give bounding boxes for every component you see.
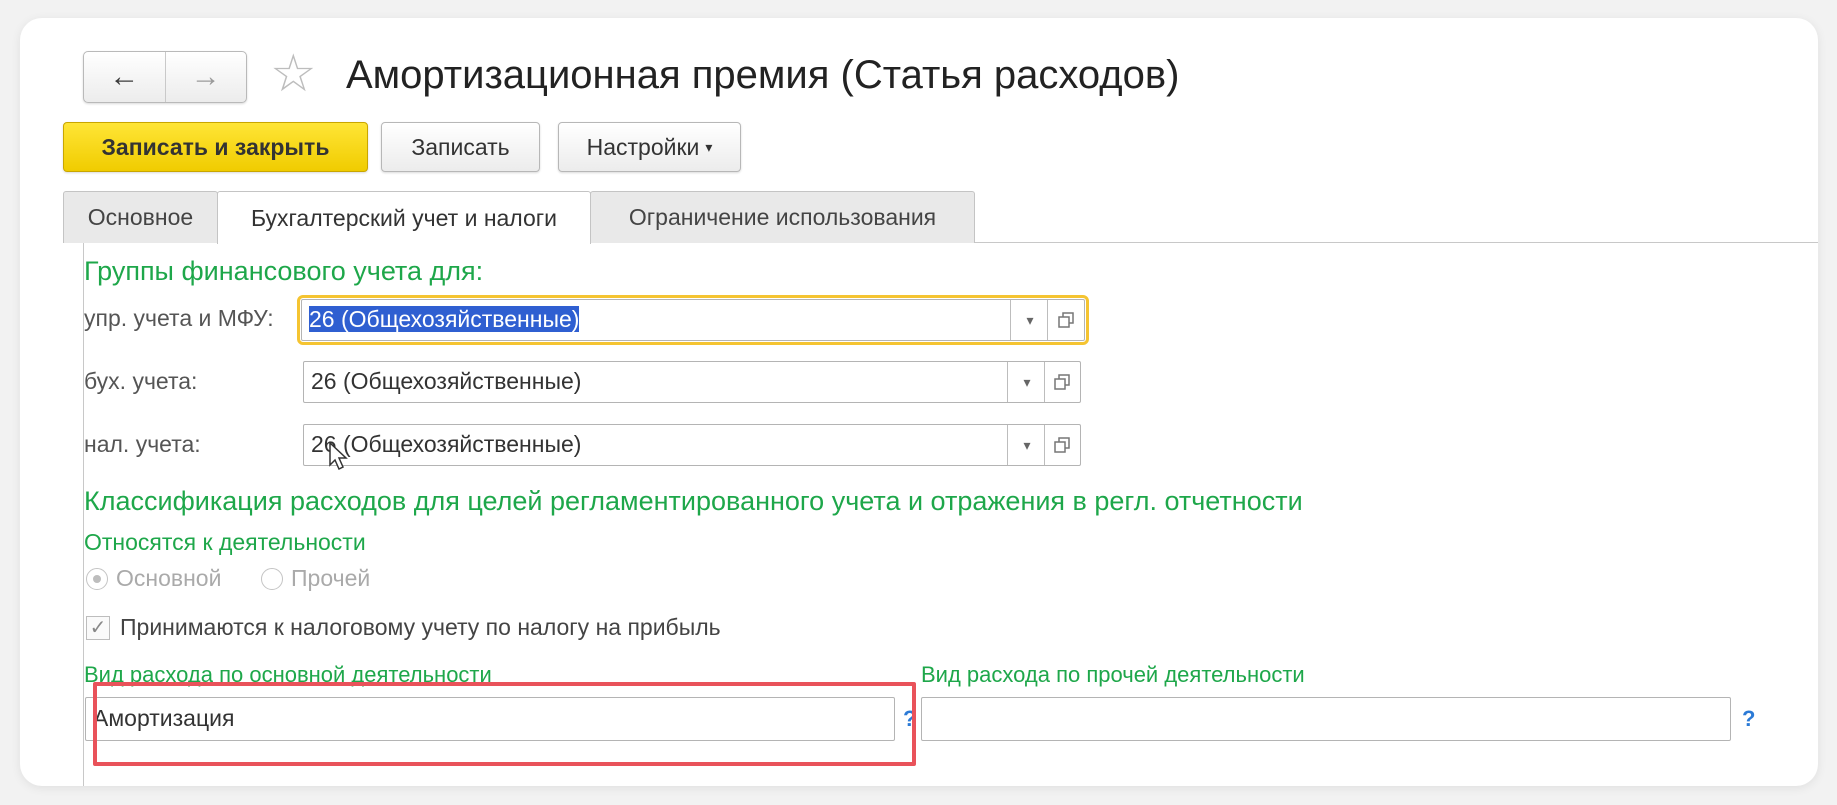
other-expense-label: Вид расхода по прочей деятельности (921, 662, 1305, 687)
forward-button[interactable]: → (164, 52, 247, 102)
radio-other-label: Прочей (291, 565, 371, 591)
mouse-cursor-icon (329, 441, 348, 471)
navigation-buttons: ← → (83, 51, 247, 103)
other-expense-field[interactable] (921, 697, 1731, 741)
tab-main-label: Основное (87, 204, 194, 230)
tab-usage-restrictions[interactable]: Ограничение использования (590, 191, 975, 243)
field-separator (1010, 300, 1011, 340)
tax-accounting-field[interactable]: 26 (Общехозяйственные) ▾ (303, 424, 1081, 471)
open-form-icon[interactable] (1048, 300, 1084, 340)
radio-main-option[interactable]: Основной (86, 565, 221, 592)
profit-tax-checkbox-label: Принимаются к налоговому учету по налогу… (120, 614, 721, 640)
classification-heading: Классификация расходов для целей регламе… (84, 486, 1303, 516)
tab-usage-restrictions-label: Ограничение использования (628, 204, 937, 230)
chevron-down-icon: ▾ (705, 138, 713, 155)
open-form-icon[interactable] (1044, 425, 1080, 465)
mgmt-accounting-field[interactable]: 26 (Общехозяйственные) ▾ (297, 295, 1089, 345)
bookkeeping-field[interactable]: 26 (Общехозяйственные) ▾ (303, 361, 1081, 403)
highlight-box (93, 682, 916, 766)
favorite-star-icon[interactable]: ☆ (270, 44, 317, 104)
radio-main-label: Основной (116, 565, 222, 591)
settings-label: Настройки (586, 133, 700, 160)
other-expense-help-icon[interactable]: ? (1742, 706, 1755, 732)
dropdown-arrow-icon[interactable]: ▾ (1009, 425, 1045, 465)
back-arrow-icon: ← (109, 60, 140, 93)
back-button[interactable]: ← (84, 52, 165, 102)
save-and-close-label: Записать и закрыть (101, 133, 330, 160)
mgmt-accounting-label: упр. учета и МФУ: (84, 305, 274, 331)
dropdown-arrow-icon[interactable]: ▾ (1009, 362, 1045, 402)
settings-button[interactable]: Настройки ▾ (558, 122, 741, 172)
tax-accounting-value: 26 (Общехозяйственные) (311, 431, 582, 457)
save-button[interactable]: Записать (381, 122, 540, 172)
radio-other-option[interactable]: Прочей (261, 565, 370, 592)
radio-other[interactable] (261, 567, 283, 590)
open-form-icon[interactable] (1044, 362, 1080, 402)
save-and-close-button[interactable]: Записать и закрыть (63, 122, 368, 172)
save-label: Записать (411, 133, 510, 160)
groups-heading: Группы финансового учета для: (84, 256, 484, 286)
dropdown-arrow-icon[interactable]: ▾ (1012, 300, 1048, 340)
field-separator (1007, 425, 1008, 465)
checkmark-icon[interactable]: ✓ (86, 615, 110, 640)
forward-arrow-icon: → (190, 60, 221, 93)
bookkeeping-value: 26 (Общехозяйственные) (311, 368, 582, 394)
form-window: ← → ☆ Амортизационная премия (Статья рас… (20, 18, 1818, 786)
field-separator (1007, 362, 1008, 402)
radio-main[interactable] (86, 567, 108, 590)
tab-accounting-taxes-label: Бухгалтерский учет и налоги (250, 204, 558, 231)
profit-tax-checkbox-row[interactable]: ✓ Принимаются к налоговому учету по нало… (86, 614, 721, 641)
page-title: Амортизационная премия (Статья расходов) (346, 53, 1180, 97)
tax-accounting-label: нал. учета: (84, 431, 201, 457)
activity-label: Относятся к деятельности (84, 529, 366, 555)
bookkeeping-label: бух. учета: (84, 368, 198, 394)
mgmt-accounting-value: 26 (Общехозяйственные) (309, 306, 580, 332)
tab-main[interactable]: Основное (63, 191, 218, 243)
tab-accounting-taxes[interactable]: Бухгалтерский учет и налоги (217, 191, 591, 244)
